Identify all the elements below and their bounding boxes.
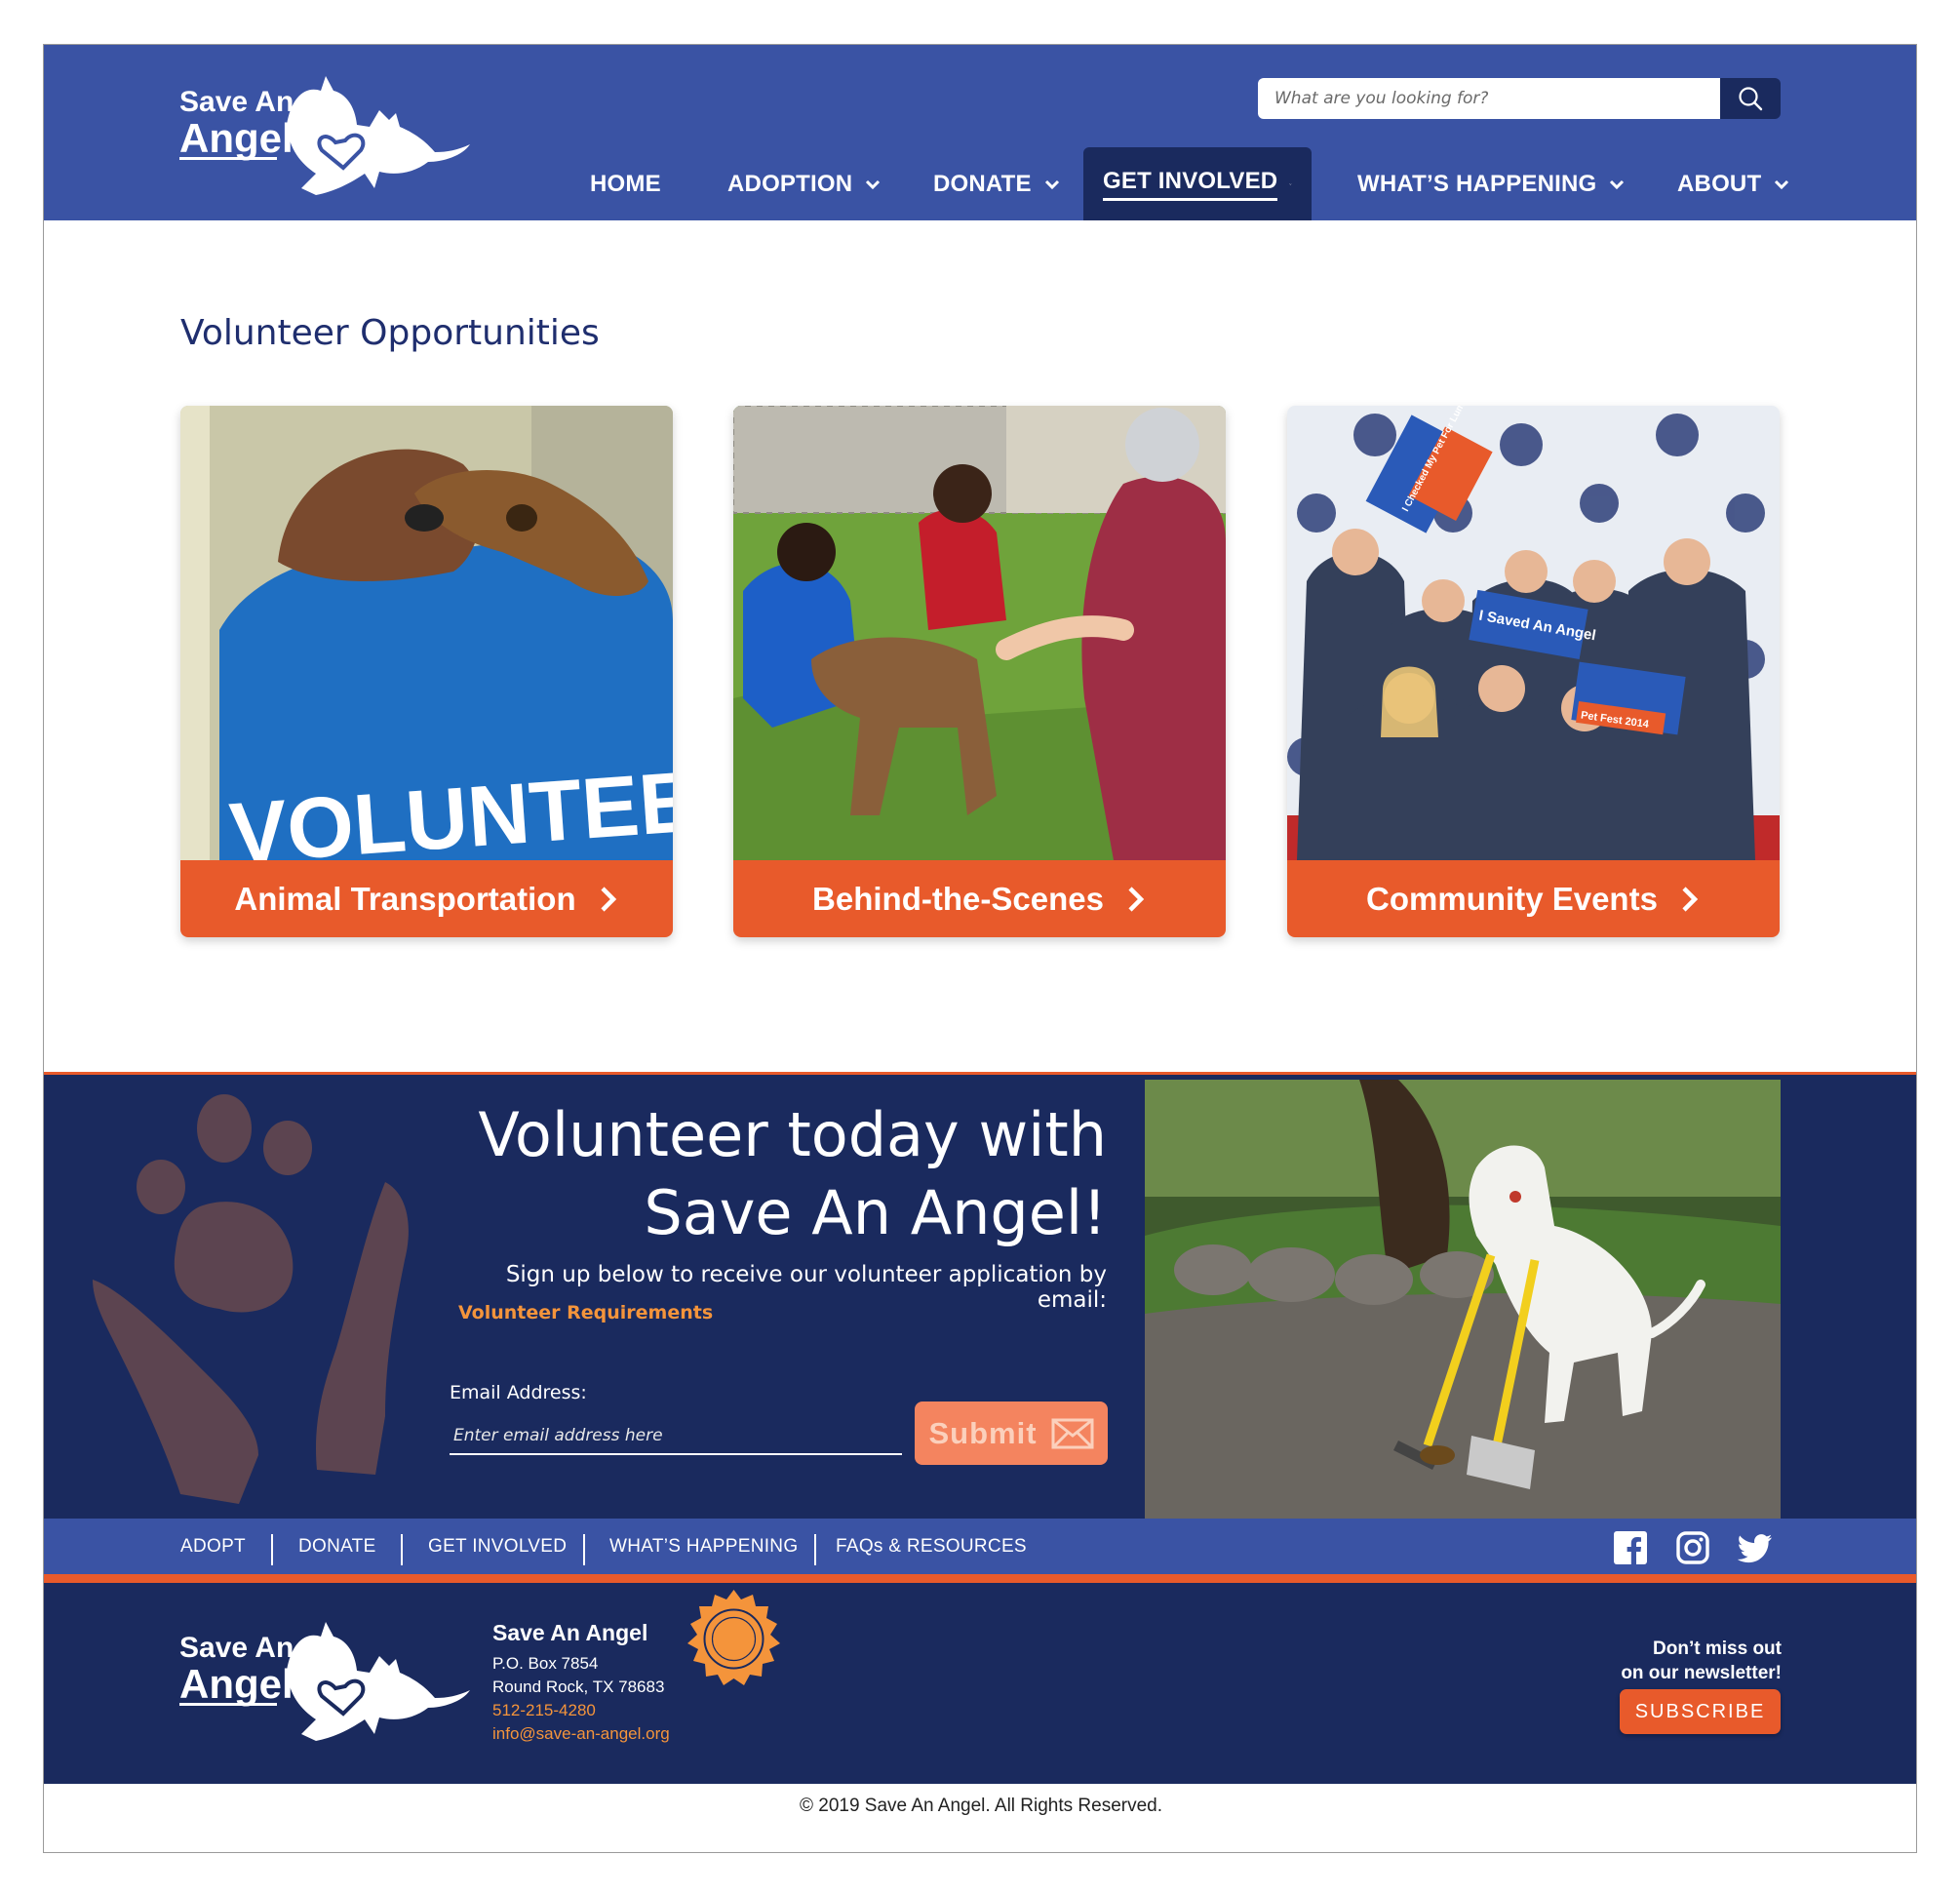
footer-logo[interactable]: Save An Angel: [179, 1612, 472, 1749]
footer-phone[interactable]: 512-215-4280: [492, 1701, 596, 1720]
band-title-line2: Save An Angel!: [644, 1177, 1107, 1248]
page-title: Volunteer Opportunities: [180, 313, 600, 353]
chevron-right-icon: [1682, 886, 1699, 912]
footer-nav-get-involved[interactable]: GET INVOLVED: [428, 1519, 567, 1574]
card-label-bar[interactable]: Behind-the-Scenes: [733, 860, 1226, 937]
card-animal-transportation[interactable]: VOLUNTEER Animal Transportation: [180, 406, 673, 937]
footer-nav: ADOPT DONATE GET INVOLVED WHAT’S HAPPENI…: [44, 1519, 1916, 1583]
community-event-photo: I Saved An Angel Pet Fest 2014 I Checked…: [1287, 406, 1780, 860]
newsletter-text: Don’t miss out on our newsletter!: [1621, 1637, 1782, 1685]
dog-grooming-photo: [733, 406, 1226, 860]
site-header: Save An Angel HOME ADOPTION: [44, 45, 1916, 220]
nav-adoption[interactable]: ADOPTION: [727, 147, 882, 220]
instagram-icon[interactable]: [1675, 1530, 1710, 1565]
card-label: Community Events: [1366, 880, 1658, 917]
volunteer-signup-band: Volunteer today with Save An Angel! Sign…: [44, 1072, 1916, 1521]
card-behind-the-scenes[interactable]: Behind-the-Scenes: [733, 406, 1226, 937]
subscribe-button[interactable]: SUBSCRIBE: [1620, 1689, 1781, 1734]
footer-nav-divider: [814, 1534, 816, 1565]
dog-cleaning-photo: [1145, 1080, 1781, 1521]
nav-home[interactable]: HOME: [590, 147, 661, 220]
nav-donate-label: DONATE: [933, 170, 1032, 197]
newsletter-line1: Don’t miss out: [1653, 1638, 1782, 1659]
volunteer-requirements-link[interactable]: Volunteer Requirements: [458, 1302, 713, 1323]
footer-nav-divider: [401, 1534, 403, 1565]
search-button[interactable]: [1720, 78, 1781, 119]
chevron-down-icon: [1044, 179, 1059, 189]
main-nav: HOME ADOPTION DONATE GET INVOLVED WHAT’S…: [44, 147, 1916, 220]
nav-whats-happening[interactable]: WHAT’S HAPPENING: [1357, 147, 1626, 220]
nav-whats-happening-label: WHAT’S HAPPENING: [1357, 170, 1597, 197]
card-label-bar[interactable]: Community Events: [1287, 860, 1780, 937]
page-frame: Save An Angel HOME ADOPTION: [43, 44, 1917, 1853]
footer-nav-donate[interactable]: DONATE: [298, 1519, 376, 1574]
nav-get-involved[interactable]: GET INVOLVED: [1083, 147, 1312, 220]
search-input[interactable]: [1258, 78, 1720, 119]
chevron-down-icon: [1289, 182, 1292, 185]
footer-address-line1: P.O. Box 7854: [492, 1654, 599, 1673]
site-footer: Save An Angel Save An Angel P.O. Box 785…: [44, 1583, 1916, 1784]
band-title: Volunteer today with Save An Angel!: [336, 1096, 1107, 1252]
chevron-down-icon: [866, 179, 881, 189]
band-title-line1: Volunteer today with: [478, 1099, 1107, 1170]
nav-get-involved-label: GET INVOLVED: [1103, 168, 1278, 201]
footer-nav-adopt[interactable]: ADOPT: [180, 1519, 246, 1574]
chevron-right-icon: [601, 886, 616, 912]
search-icon: [1739, 87, 1763, 111]
chevron-down-icon: [1610, 179, 1625, 189]
submit-button[interactable]: Submit: [915, 1402, 1108, 1465]
footer-address-line2: Round Rock, TX 78683: [492, 1678, 665, 1696]
nav-donate[interactable]: DONATE: [933, 147, 1061, 220]
footer-org-name: Save An Angel: [492, 1620, 648, 1645]
footer-logo-line1: Save An: [179, 1632, 294, 1664]
copyright: © 2019 Save An Angel. All Rights Reserve…: [799, 1796, 1163, 1816]
volunteer-photo: VOLUNTEER: [180, 406, 673, 860]
footer-nav-divider: [271, 1534, 273, 1565]
footer-nav-faqs[interactable]: FAQs & RESOURCES: [836, 1519, 1027, 1574]
envelope-icon: [1051, 1418, 1094, 1448]
chevron-right-icon: [1128, 886, 1145, 912]
logo-text-line1: Save An: [179, 86, 294, 118]
chevron-down-icon: [1775, 179, 1789, 189]
twitter-icon[interactable]: [1738, 1530, 1773, 1565]
card-label: Behind-the-Scenes: [812, 880, 1104, 917]
card-label: Animal Transportation: [234, 880, 576, 917]
footer-nav-divider: [583, 1534, 585, 1565]
nav-about-label: ABOUT: [1677, 170, 1762, 197]
card-community-events[interactable]: I Saved An Angel Pet Fest 2014 I Checked…: [1287, 406, 1780, 937]
footer-nav-whats-happening[interactable]: WHAT’S HAPPENING: [609, 1519, 798, 1574]
footer-logo-line2: Angel: [179, 1661, 294, 1707]
nav-about[interactable]: ABOUT: [1677, 147, 1790, 220]
nav-home-label: HOME: [590, 170, 661, 197]
search-bar: [1258, 78, 1781, 119]
facebook-icon[interactable]: [1613, 1530, 1648, 1565]
email-label: Email Address:: [450, 1382, 587, 1403]
email-field[interactable]: [450, 1418, 902, 1455]
nonprofit-seal-icon: [687, 1590, 780, 1685]
card-label-bar[interactable]: Animal Transportation: [180, 860, 673, 937]
footer-email[interactable]: info@save-an-angel.org: [492, 1724, 670, 1744]
submit-label: Submit: [928, 1415, 1038, 1450]
newsletter-line2: on our newsletter!: [1621, 1663, 1782, 1683]
nav-adoption-label: ADOPTION: [727, 170, 853, 197]
